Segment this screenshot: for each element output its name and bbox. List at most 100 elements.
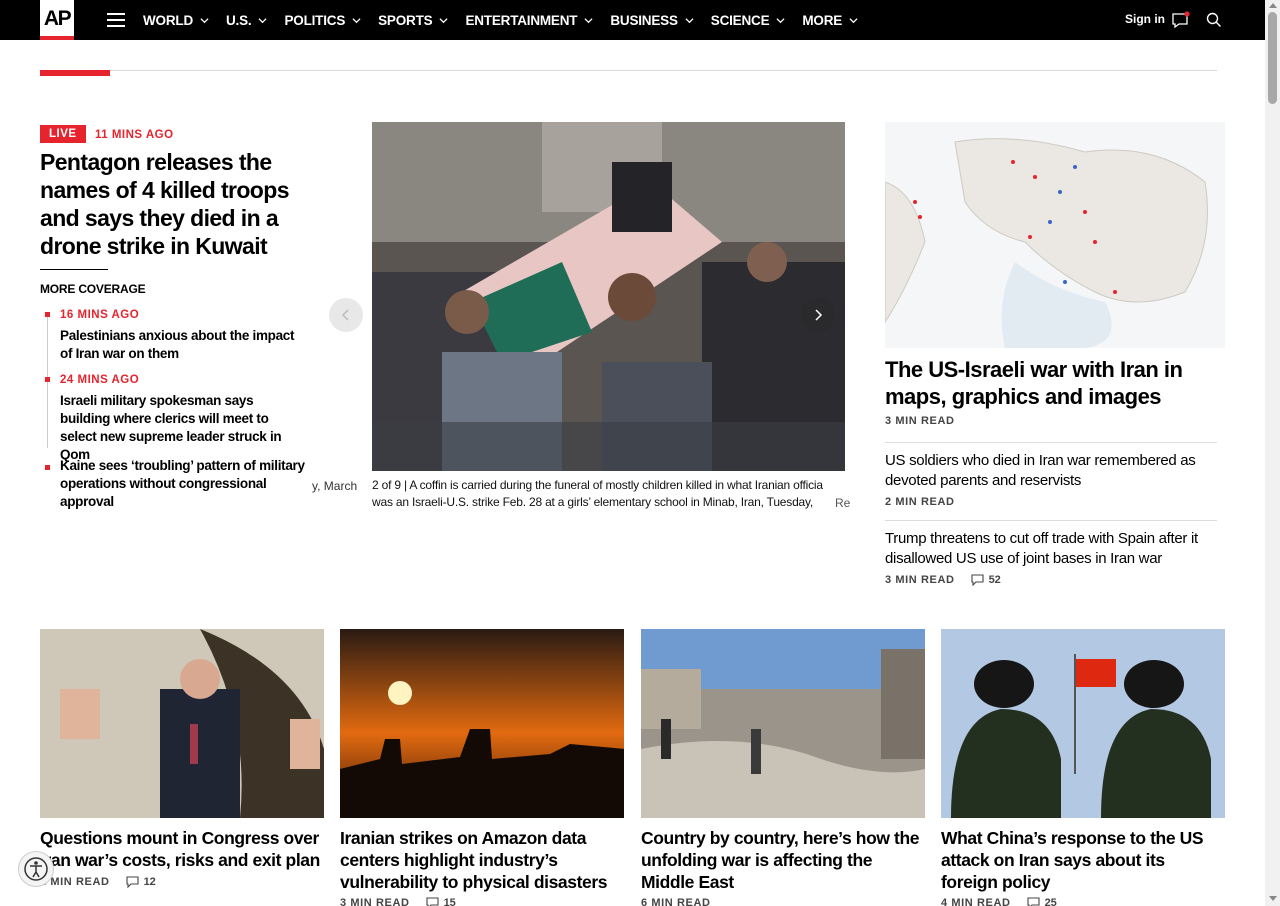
live-badge: LIVE xyxy=(40,125,86,143)
read-time: 2 MIN READ xyxy=(885,496,955,508)
chevron-down-icon xyxy=(439,17,448,23)
comment-number: 25 xyxy=(1044,897,1057,906)
page-scrollbar[interactable] xyxy=(1265,0,1280,906)
accessibility-button[interactable] xyxy=(18,851,54,887)
coverage-headline[interactable]: Israeli military spokesman says building… xyxy=(60,392,305,464)
comment-icon xyxy=(426,897,439,906)
coverage-time: 16 MINS AGO xyxy=(60,309,140,321)
card-meta: 4 MIN READ 25 xyxy=(941,897,1057,906)
accessibility-icon xyxy=(24,857,48,881)
chevron-left-icon xyxy=(341,309,349,321)
top-navigation-bar: AP WORLD U.S. POLITICS SPORTS ENTERTAINM… xyxy=(0,0,1265,40)
story-meta: 3 MIN READ 52 xyxy=(885,574,1001,586)
read-time: 3 MIN READ xyxy=(885,415,955,427)
comment-icon xyxy=(1027,897,1040,906)
nav-label: WORLD xyxy=(143,12,193,28)
story-divider xyxy=(885,520,1217,521)
card-photo[interactable] xyxy=(340,629,624,818)
card-headline[interactable]: Country by country, here’s how the unfol… xyxy=(641,827,925,893)
comment-icon xyxy=(126,876,139,888)
chevron-down-icon xyxy=(352,17,361,23)
coverage-timeline xyxy=(47,316,48,448)
card-headline[interactable]: What China’s response to the US attack o… xyxy=(941,827,1225,893)
chevron-down-icon xyxy=(258,17,268,23)
nav-label: SCIENCE xyxy=(710,12,770,28)
read-time: 4 MIN READ xyxy=(941,897,1011,906)
read-time: 6 MIN READ xyxy=(641,897,711,906)
lead-divider xyxy=(40,269,108,270)
story-divider xyxy=(885,442,1217,443)
right-story-headline[interactable]: US soldiers who died in Iran war remembe… xyxy=(885,451,1225,491)
chevron-right-icon xyxy=(815,309,823,321)
nav-item-world[interactable]: WORLD xyxy=(143,13,209,28)
timeline-dot xyxy=(45,465,50,470)
comment-count[interactable]: 15 xyxy=(426,897,456,906)
chevron-down-icon xyxy=(776,17,785,23)
nav-item-science[interactable]: SCIENCE xyxy=(711,13,786,28)
card-headline[interactable]: Iranian strikes on Amazon data centers h… xyxy=(340,827,624,893)
card-meta: 2 MIN READ 12 xyxy=(40,876,156,888)
nav-label: POLITICS xyxy=(284,12,346,28)
section-divider xyxy=(40,70,1217,71)
nav-label: ENTERTAINMENT xyxy=(465,12,578,28)
nav-label: BUSINESS xyxy=(610,12,678,28)
nav-item-sports[interactable]: SPORTS xyxy=(378,13,448,28)
coverage-headline[interactable]: Palestinians anxious about the impact of… xyxy=(60,327,305,363)
read-time: 3 MIN READ xyxy=(340,897,410,906)
more-coverage-heading: MORE COVERAGE xyxy=(40,282,146,296)
comment-number: 12 xyxy=(143,876,156,888)
scroll-down-arrow[interactable] xyxy=(1269,896,1277,901)
previous-slide-caption: y, March xyxy=(312,479,358,493)
card-photo[interactable] xyxy=(40,629,324,818)
nav-item-entertainment[interactable]: ENTERTAINMENT xyxy=(465,13,593,28)
main-nav: WORLD U.S. POLITICS SPORTS ENTERTAINMENT… xyxy=(143,0,875,40)
card-meta: 6 MIN READ xyxy=(641,897,711,906)
lead-headline[interactable]: Pentagon releases the names of 4 killed … xyxy=(40,148,300,260)
comment-count[interactable]: 12 xyxy=(126,876,156,888)
coverage-time: 24 MINS AGO xyxy=(60,374,140,386)
nav-label: SPORTS xyxy=(378,12,433,28)
logo-text: AP xyxy=(43,7,72,30)
lead-timestamp: 11 MINS AGO xyxy=(95,129,174,141)
nav-item-business[interactable]: BUSINESS xyxy=(610,12,694,28)
timeline-dot xyxy=(45,377,50,382)
chat-icon[interactable] xyxy=(1171,11,1191,29)
coverage-headline[interactable]: Kaine sees ‘troubling’ pattern of milita… xyxy=(60,457,305,511)
card-photo[interactable] xyxy=(941,629,1225,818)
caption-read-more[interactable]: Re xyxy=(835,496,850,510)
scroll-up-arrow[interactable] xyxy=(1269,3,1277,8)
nav-label: MORE xyxy=(802,12,843,28)
carousel-previous-button[interactable] xyxy=(329,298,363,332)
search-icon[interactable] xyxy=(1206,12,1222,28)
carousel-next-button[interactable] xyxy=(801,298,835,332)
map-graphic[interactable] xyxy=(885,122,1225,348)
card-meta: 3 MIN READ 15 xyxy=(340,897,456,906)
section-accent-bar xyxy=(40,70,110,76)
ap-logo[interactable]: AP xyxy=(40,0,74,40)
comment-number: 15 xyxy=(443,897,456,906)
scroll-thumb[interactable] xyxy=(1268,12,1277,104)
nav-label: U.S. xyxy=(226,12,252,28)
comment-count[interactable]: 52 xyxy=(971,574,1001,586)
chevron-down-icon xyxy=(685,17,694,23)
nav-item-us[interactable]: U.S. xyxy=(226,12,268,28)
chevron-down-icon xyxy=(849,17,858,23)
carousel-photo[interactable] xyxy=(372,122,845,471)
timeline-dot xyxy=(45,312,50,317)
card-headline[interactable]: Questions mount in Congress over Iran wa… xyxy=(40,827,324,871)
right-feature-headline[interactable]: The US-Israeli war with Iran in maps, gr… xyxy=(885,356,1225,410)
comment-number: 52 xyxy=(988,574,1001,586)
card-photo[interactable] xyxy=(641,629,925,818)
menu-icon[interactable] xyxy=(107,13,125,27)
chevron-down-icon xyxy=(584,17,593,23)
chevron-down-icon xyxy=(200,17,209,23)
comment-count[interactable]: 25 xyxy=(1027,897,1057,906)
photo-caption: 2 of 9 | A coffin is carried during the … xyxy=(372,478,823,509)
sign-in-link[interactable]: Sign in xyxy=(1125,12,1165,26)
nav-item-more[interactable]: MORE xyxy=(802,13,858,28)
nav-item-politics[interactable]: POLITICS xyxy=(284,13,361,28)
comment-icon xyxy=(971,574,984,586)
read-time: 3 MIN READ xyxy=(885,574,955,586)
right-story-headline[interactable]: Trump threatens to cut off trade with Sp… xyxy=(885,529,1225,569)
story-meta: 2 MIN READ xyxy=(885,496,955,508)
